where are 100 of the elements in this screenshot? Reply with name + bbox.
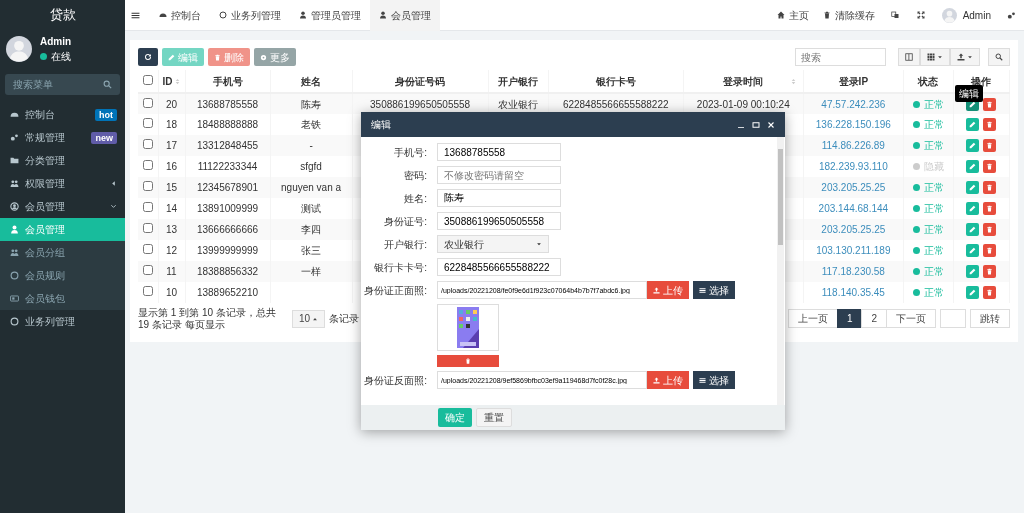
export-button[interactable] xyxy=(950,48,980,66)
delete-button[interactable] xyxy=(983,181,997,194)
footer-button[interactable]: 重置 xyxy=(476,408,512,427)
sidebar-item[interactable]: 权限管理 xyxy=(0,172,125,195)
sidebar-item[interactable]: 会员规则 xyxy=(0,264,125,287)
checkbox[interactable] xyxy=(142,160,153,170)
ip-link[interactable]: 203.144.68.144 xyxy=(818,203,889,214)
input-field[interactable]: 13688785558 xyxy=(437,143,561,161)
delete-button[interactable] xyxy=(983,139,997,152)
column-header[interactable]: ID xyxy=(162,75,173,87)
page-input[interactable] xyxy=(940,309,966,328)
checkbox[interactable] xyxy=(142,139,153,149)
search-field[interactable]: 搜索 xyxy=(795,48,886,66)
delete-button[interactable] xyxy=(983,202,997,215)
table-cell: 18388856332 xyxy=(196,266,259,277)
input-field[interactable]: 不修改密码请留空 xyxy=(437,166,561,184)
checkbox[interactable] xyxy=(142,97,153,108)
nav-tab[interactable]: 业务列管理 xyxy=(210,0,290,31)
fullscreen-icon[interactable] xyxy=(916,11,925,19)
checkbox[interactable] xyxy=(142,202,153,212)
ip-link[interactable]: 182.239.93.110 xyxy=(818,161,888,172)
nav-link[interactable]: 主页 xyxy=(769,7,816,23)
checkbox[interactable] xyxy=(142,181,153,191)
delete-button[interactable] xyxy=(983,97,997,111)
sidebar-item[interactable]: 会员分组 xyxy=(0,241,125,264)
delete-button[interactable] xyxy=(983,160,997,173)
checkbox[interactable] xyxy=(142,286,153,296)
table-cell: 11122233344 xyxy=(197,161,258,172)
choose-button[interactable]: 选择 xyxy=(693,371,735,389)
field-label: 银行卡卡号: xyxy=(373,260,427,275)
sidebar-item[interactable]: 业务列管理 xyxy=(0,310,125,333)
search-icon xyxy=(995,53,1003,61)
columns-button[interactable] xyxy=(898,48,920,66)
nav-tab[interactable]: 会员管理 xyxy=(370,0,440,31)
ip-link[interactable]: 114.86.226.89 xyxy=(821,140,885,151)
pagination-summary: 显示第 1 到第 10 条记录，总共 19 条记录 每页显示 xyxy=(138,307,277,330)
page-button[interactable]: 下一页 xyxy=(886,309,936,328)
nav-link[interactable]: 清除缓存 xyxy=(815,7,882,23)
input-field[interactable]: 6228485566655588222 xyxy=(437,258,561,276)
menu-search-field[interactable]: 搜索菜单 xyxy=(5,74,120,95)
table-cell: 16 xyxy=(165,161,178,172)
checkbox[interactable] xyxy=(142,244,153,254)
sidebar-item[interactable]: 分类管理 xyxy=(0,149,125,172)
column-header[interactable]: 登录时间 xyxy=(723,75,764,87)
delete-button[interactable] xyxy=(983,286,997,299)
pencil-icon xyxy=(969,289,977,296)
page-button[interactable]: 上一页 xyxy=(787,309,838,328)
column-header[interactable]: 身份证号码 xyxy=(395,75,446,87)
close-icon[interactable] xyxy=(767,120,775,129)
delete-button[interactable] xyxy=(983,118,997,131)
menu-icon[interactable] xyxy=(131,10,140,20)
delete-button[interactable] xyxy=(983,265,997,278)
ip-link[interactable]: 118.140.35.45 xyxy=(821,287,885,298)
input-field[interactable]: 350886199650505558 xyxy=(437,212,561,230)
jump-button[interactable]: 跳转 xyxy=(970,309,1010,328)
field-label: 姓名: xyxy=(403,191,427,206)
squares-icon[interactable] xyxy=(890,11,899,19)
search-button[interactable] xyxy=(988,48,1010,66)
ip-link[interactable]: 203.205.25.25 xyxy=(821,182,886,193)
checkbox[interactable] xyxy=(142,223,153,233)
sidebar-item[interactable]: 常规管理 new xyxy=(0,126,125,149)
ip-link[interactable]: 203.205.25.25 xyxy=(821,224,886,235)
column-header[interactable]: 银行卡号 xyxy=(595,75,636,87)
select-field[interactable]: 农业银行 xyxy=(437,235,549,253)
page-button[interactable]: 2 xyxy=(861,309,887,328)
table-cell: 2023-01-09 00:10:24 xyxy=(696,98,790,110)
pencil-icon xyxy=(969,142,977,149)
page-button[interactable]: 1 xyxy=(836,309,863,328)
delete-button[interactable] xyxy=(983,223,997,236)
modal-title: 编辑 xyxy=(371,118,391,132)
ip-link[interactable]: 136.228.150.196 xyxy=(815,119,891,130)
table-cell: 13688785558 xyxy=(196,98,259,110)
grid-button[interactable] xyxy=(920,48,950,66)
column-header[interactable]: 手机号 xyxy=(212,75,243,87)
upload-button[interactable]: 上传 xyxy=(647,371,689,389)
maximize-icon[interactable] xyxy=(752,120,760,129)
sidebar-item[interactable]: 会员钱包 xyxy=(0,287,125,310)
table-cell: 13312848455 xyxy=(196,140,259,151)
column-header[interactable]: 登录IP xyxy=(838,75,869,87)
column-header[interactable]: 开户银行 xyxy=(498,75,539,87)
sidebar-item[interactable]: 控制台 hot xyxy=(0,103,125,126)
page-size-dropdown[interactable]: 10 xyxy=(292,309,326,328)
nav-tab[interactable]: 控制台 xyxy=(150,0,210,31)
user-name[interactable]: Admin xyxy=(962,7,991,23)
checkbox[interactable] xyxy=(142,118,153,128)
pencil-icon xyxy=(969,226,977,233)
choose-button[interactable]: 选择 xyxy=(693,281,735,299)
checkbox[interactable] xyxy=(142,265,153,275)
delete-button[interactable] xyxy=(983,244,997,257)
ip-link[interactable]: 103.130.211.189 xyxy=(816,245,891,256)
input-field[interactable]: 陈寿 xyxy=(437,189,561,207)
column-header[interactable]: 状态 xyxy=(918,75,939,87)
checkbox[interactable] xyxy=(142,74,153,85)
nav-tab[interactable]: 管理员管理 xyxy=(290,0,370,31)
ip-link[interactable]: 117.18.230.58 xyxy=(821,266,885,277)
sidebar-item[interactable]: 会员管理 xyxy=(0,195,125,218)
column-header[interactable]: 姓名 xyxy=(301,75,322,87)
ip-link[interactable]: 47.57.242.236 xyxy=(821,98,886,110)
refresh-button[interactable] xyxy=(138,48,158,66)
upload-button[interactable]: 上传 xyxy=(647,281,689,299)
